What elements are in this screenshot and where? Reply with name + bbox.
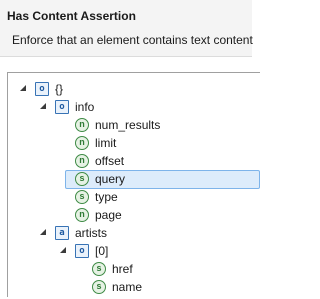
json-tree-view[interactable]: o {} o info n num_results n limit n offs… [7,72,260,297]
tree-node-name[interactable]: s name [8,278,260,296]
tree-node-label: [0] [95,244,109,258]
assertion-header: Has Content Assertion Enforce that an el… [0,0,253,57]
expand-toggle-icon[interactable] [20,85,27,92]
tree-node-label: info [75,100,95,114]
expand-toggle-icon[interactable] [60,247,67,254]
tree-node-root[interactable]: o {} [8,80,260,98]
tree-node-label: href [112,262,133,276]
object-icon: o [75,244,89,258]
tree-node-label: artists [75,226,108,240]
tree-node-label: offset [95,154,125,168]
tree-node-label: type [95,190,118,204]
number-icon: n [75,208,89,222]
string-icon: s [75,172,89,186]
number-icon: n [75,118,89,132]
tree-node-label: {} [55,82,64,96]
tree-node-info[interactable]: o info [8,98,260,116]
array-icon: a [55,226,69,240]
tree-node-href[interactable]: s href [8,260,260,278]
expand-toggle-icon[interactable] [40,229,47,236]
assertion-title: Has Content Assertion [7,9,136,23]
tree-node-limit[interactable]: n limit [8,134,260,152]
tree-node-num-results[interactable]: n num_results [8,116,260,134]
tree-node-label: page [95,208,122,222]
tree-node-index-0[interactable]: o [0] [8,242,260,260]
string-icon: s [92,280,106,294]
tree-node-type[interactable]: s type [8,188,260,206]
string-icon: s [92,262,106,276]
tree-node-query[interactable]: s query [8,170,260,189]
object-icon: o [35,82,49,96]
tree-node-label: num_results [95,118,161,132]
number-icon: n [75,136,89,150]
tree-node-page[interactable]: n page [8,206,260,224]
number-icon: n [75,154,89,168]
tree-node-label: limit [95,136,117,150]
tree-node-label: name [112,280,143,294]
tree-node-artists[interactable]: a artists [8,224,260,242]
string-icon: s [75,190,89,204]
tree-node-offset[interactable]: n offset [8,152,260,170]
expand-toggle-icon[interactable] [40,103,47,110]
assertion-description: Enforce that an element contains text co… [12,33,253,47]
object-icon: o [55,100,69,114]
tree-node-label: query [95,172,126,186]
